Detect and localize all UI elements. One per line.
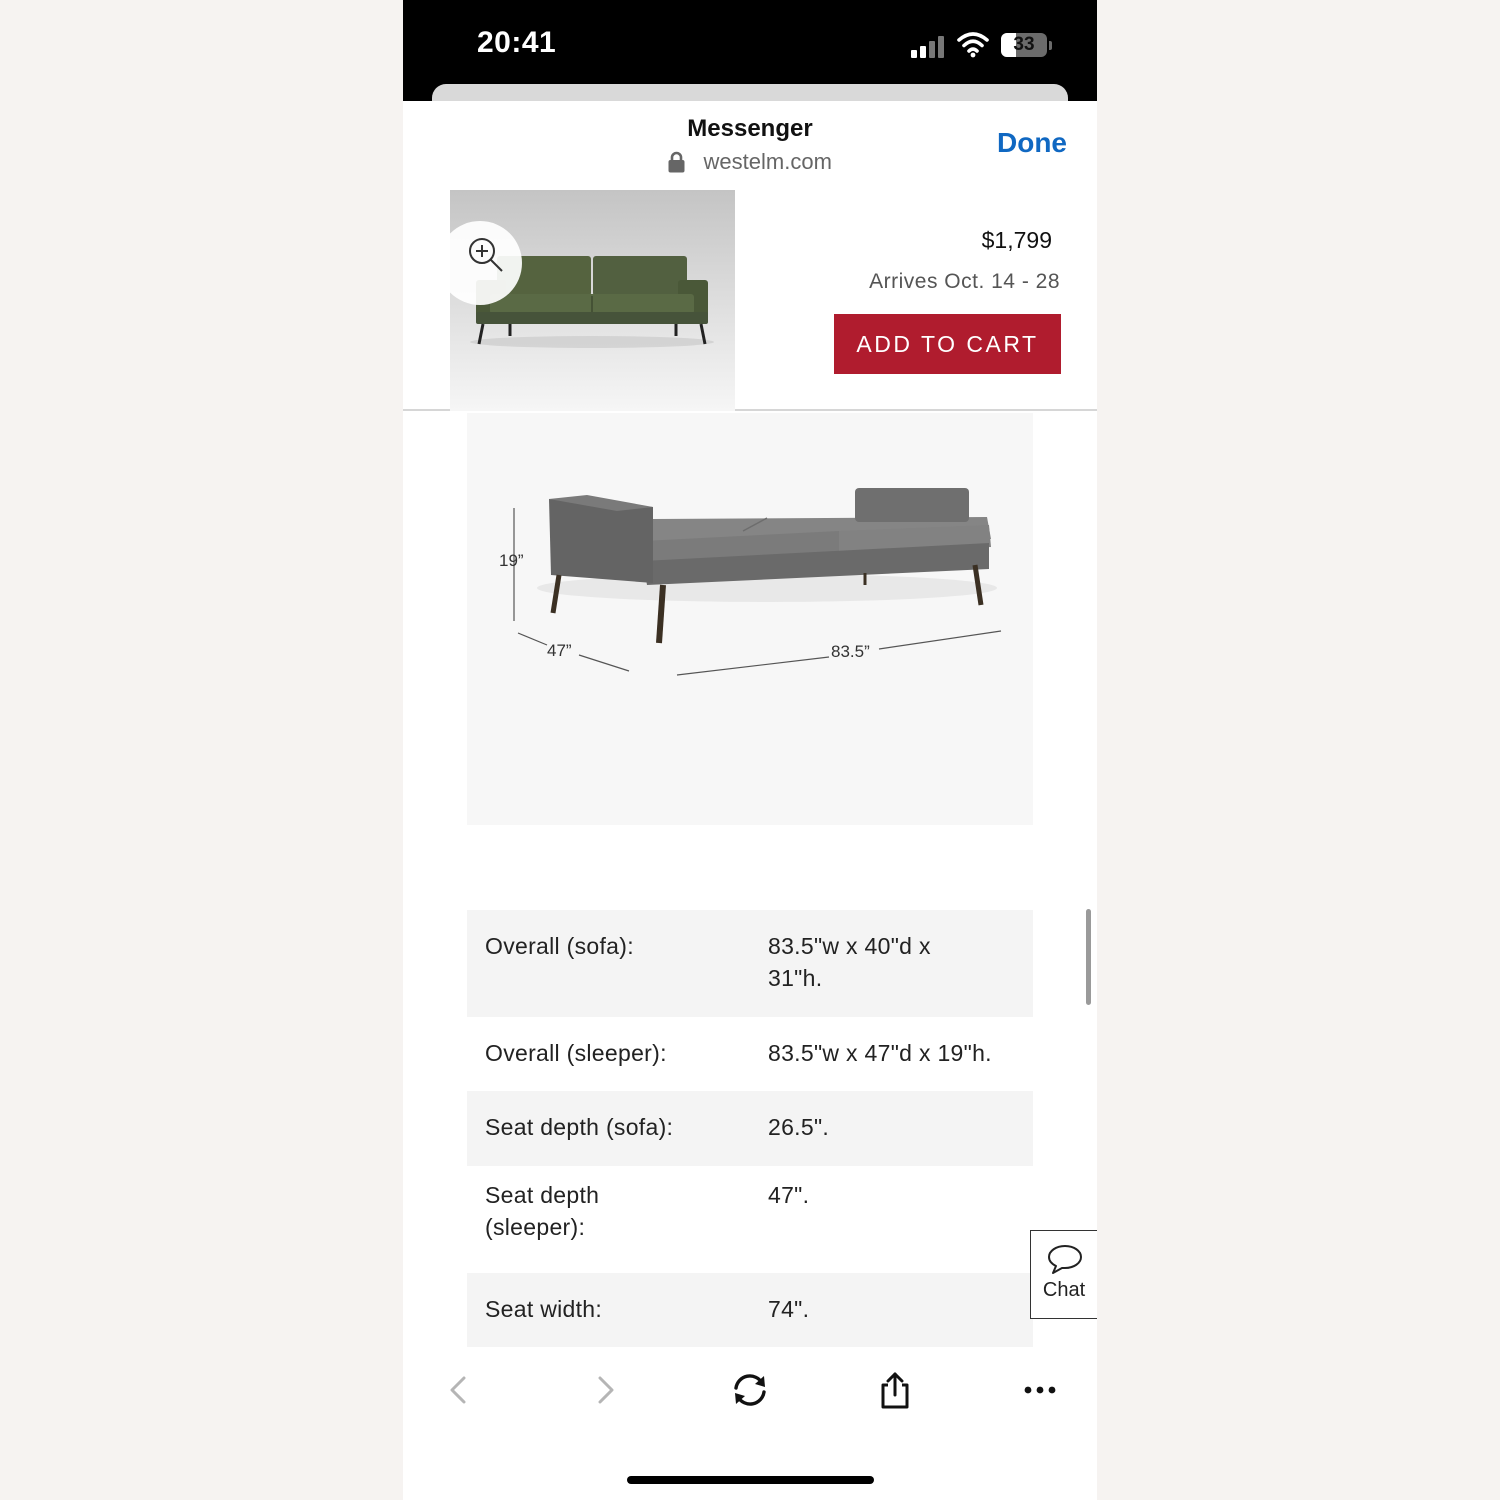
zoom-in-icon — [469, 238, 503, 272]
wifi-icon — [957, 32, 989, 58]
spec-label: Overall (sofa): — [485, 933, 634, 959]
battery-icon: 33 — [1001, 33, 1047, 57]
url-bar: westelm.com — [403, 149, 1097, 175]
table-row: Seat depth (sofa): 26.5". — [467, 1091, 1033, 1166]
spec-value: 83.5"w x 40"d x 31"h. — [768, 933, 931, 991]
table-row: Overall (sleeper): 83.5"w x 47"d x 19"h. — [467, 1017, 1033, 1091]
spec-label: Seat width: — [485, 1296, 603, 1322]
back-icon[interactable] — [437, 1370, 481, 1410]
add-to-cart-button[interactable]: ADD TO CART — [834, 314, 1061, 374]
spec-value: 83.5"w x 47"d x 19"h. — [768, 1040, 992, 1066]
spec-label: Seat depth (sleeper): — [485, 1182, 600, 1240]
cellular-signal-icon — [911, 36, 945, 58]
reload-icon[interactable] — [728, 1370, 772, 1410]
table-row: Seat depth (sleeper): 47". — [467, 1166, 1033, 1273]
table-row: Seat width: 74". — [467, 1273, 1033, 1347]
speech-bubble-icon — [1048, 1245, 1082, 1274]
page-content: 19” 47” 83.5” Overall (sofa): 83.5"w x 4… — [403, 413, 1097, 1347]
in-app-browser-sheet: Messenger westelm.com Done $1,799 Arrive… — [403, 101, 1097, 1500]
delivery-estimate: Arrives Oct. 14 - 28 — [869, 270, 1060, 293]
home-indicator[interactable] — [627, 1476, 874, 1484]
sheet-title: Messenger — [687, 115, 813, 142]
sleeper-dimensions-image: 19” 47” 83.5” — [467, 413, 1033, 825]
scrollbar[interactable] — [1086, 909, 1091, 1005]
forward-icon[interactable] — [583, 1370, 627, 1410]
spec-value: 47". — [768, 1182, 810, 1208]
chat-button[interactable]: Chat — [1030, 1230, 1097, 1319]
page-url: westelm.com — [703, 149, 832, 174]
product-price: $1,799 — [981, 227, 1052, 253]
status-time: 20:41 — [477, 26, 557, 59]
spec-label: Overall (sleeper): — [485, 1040, 667, 1066]
phone-screen: 20:41 33 Messenger westelm.com Done $1,7… — [403, 0, 1097, 1500]
chat-label: Chat — [1042, 1279, 1086, 1301]
spec-value: 74". — [768, 1296, 810, 1322]
product-summary-bar: $1,799 Arrives Oct. 14 - 28 ADD TO CART — [403, 190, 1097, 411]
battery-level-text: 33 — [1013, 34, 1035, 55]
lock-icon — [668, 151, 685, 173]
width-dimension-label: 83.5” — [831, 642, 870, 661]
done-button[interactable]: Done — [997, 127, 1067, 159]
height-dimension-label: 19” — [499, 551, 524, 570]
browser-toolbar — [403, 1352, 1097, 1500]
battery-nub — [1049, 41, 1052, 50]
more-icon[interactable] — [1018, 1370, 1062, 1410]
spec-label: Seat depth (sofa): — [485, 1114, 674, 1140]
product-thumbnail[interactable] — [450, 190, 735, 411]
specs-table: Overall (sofa): 83.5"w x 40"d x 31"h. Ov… — [467, 910, 1033, 1347]
spec-value: 26.5". — [768, 1114, 830, 1140]
table-row: Overall (sofa): 83.5"w x 40"d x 31"h. — [467, 910, 1033, 1017]
sleeper-sofa-drawing — [513, 488, 1002, 676]
sheet-header: Messenger westelm.com Done — [403, 101, 1097, 190]
depth-dimension-label: 47” — [547, 641, 572, 660]
share-icon[interactable] — [873, 1370, 917, 1410]
